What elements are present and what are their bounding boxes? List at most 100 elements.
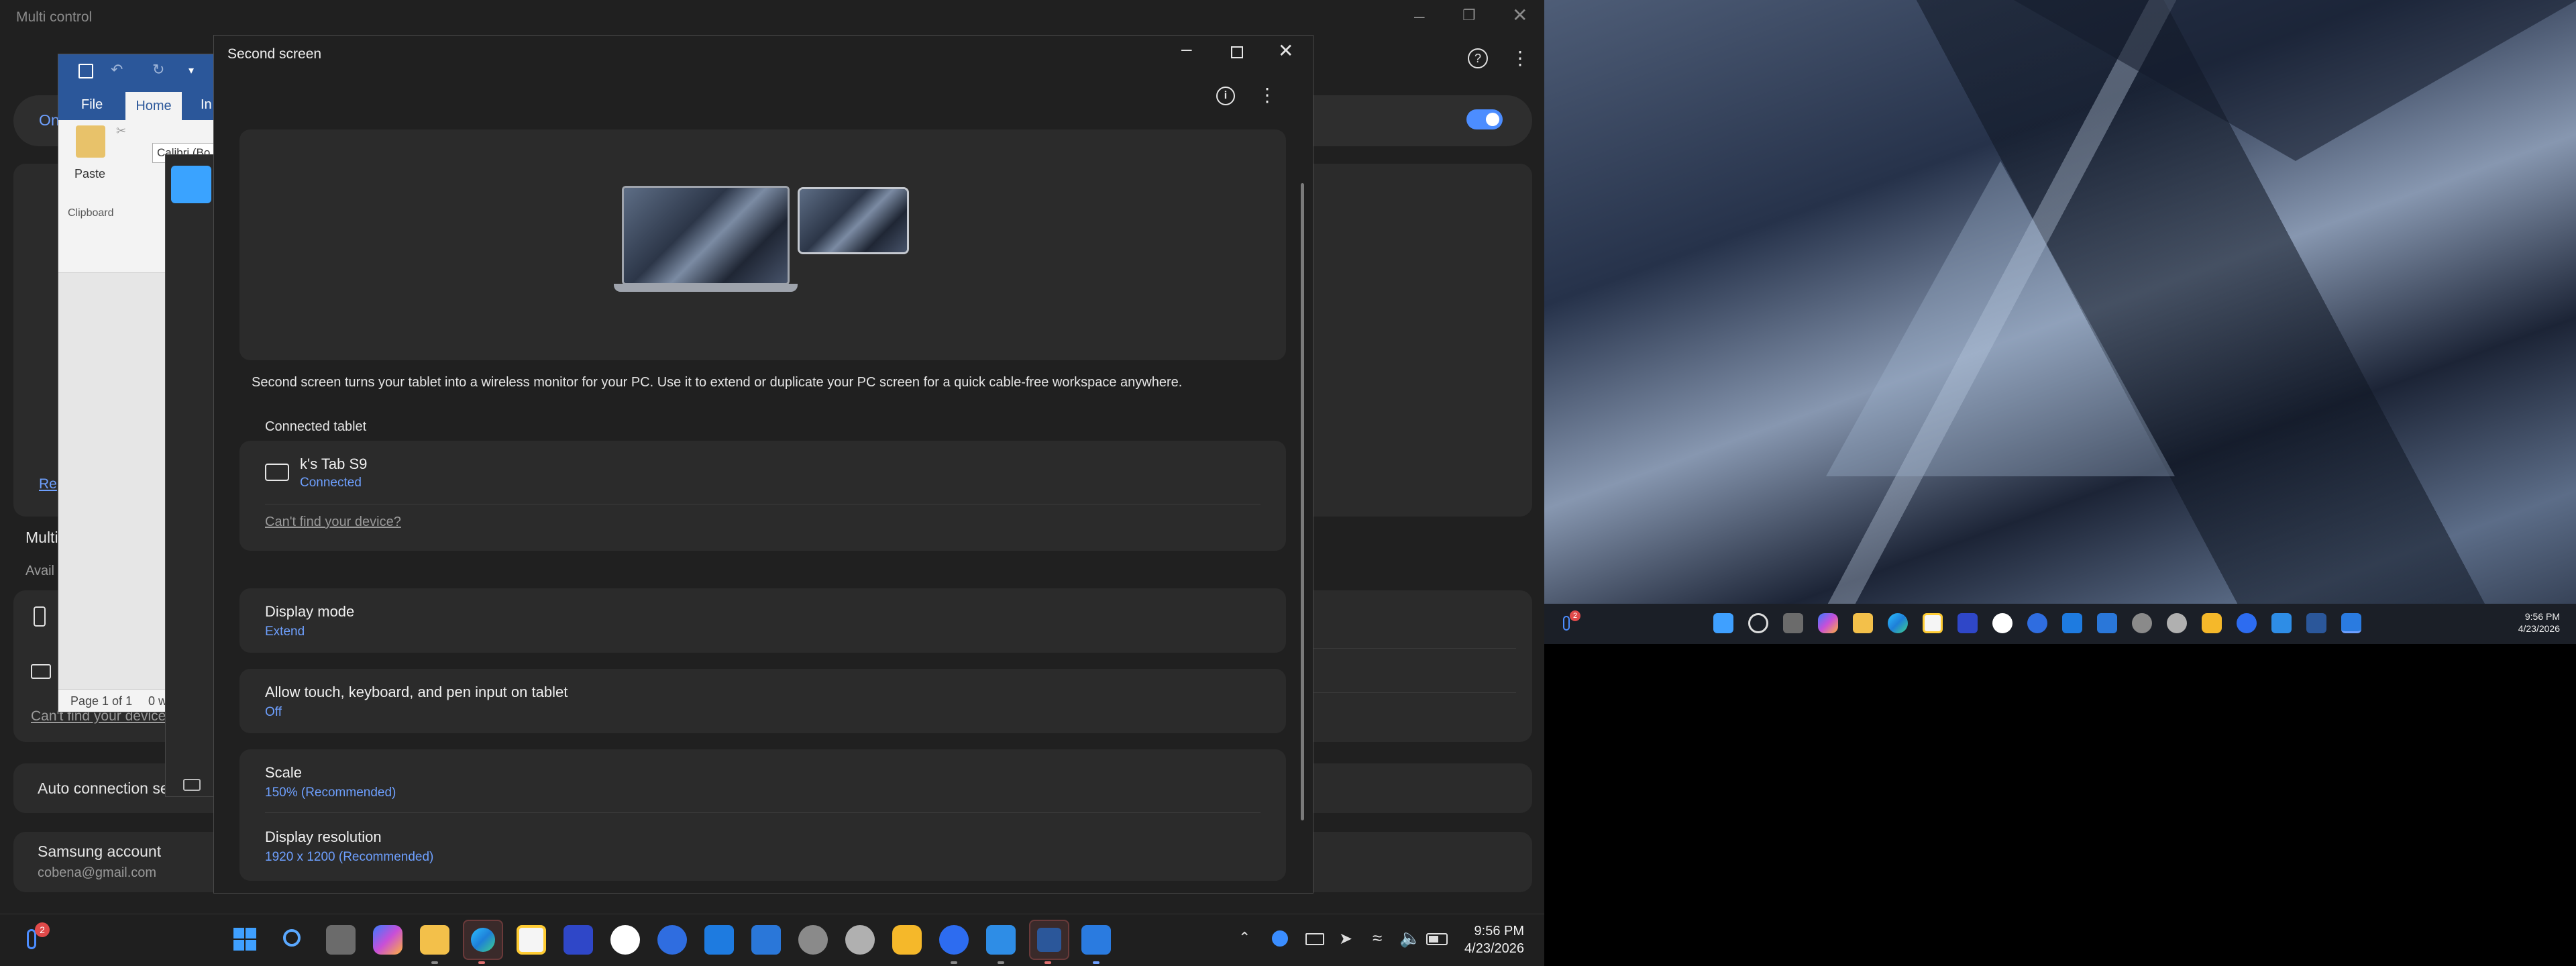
- taskbar-indicator: [951, 961, 957, 964]
- copilot-icon[interactable]: [1818, 613, 1838, 633]
- display-mode-value: Extend: [265, 625, 305, 639]
- auto-connection-label: Auto connection se: [38, 780, 169, 797]
- info-icon[interactable]: i: [1216, 87, 1235, 105]
- notes-icon[interactable]: [2202, 613, 2222, 633]
- start-icon[interactable]: [231, 925, 260, 955]
- task-view-icon[interactable]: [1783, 613, 1803, 633]
- second-screen-title: Second screen: [227, 46, 322, 62]
- multi-control-toggle[interactable]: [1466, 109, 1503, 129]
- save-icon[interactable]: [78, 64, 93, 78]
- maximize-icon[interactable]: [1231, 46, 1243, 58]
- minimize-icon[interactable]: –: [1414, 5, 1425, 27]
- quick-share-icon[interactable]: [657, 925, 687, 955]
- multi-control-title: Multi control: [16, 9, 93, 25]
- teams-icon[interactable]: [564, 925, 593, 955]
- restore-icon[interactable]: ❐: [1462, 7, 1476, 24]
- display-resolution-setting[interactable]: Display resolution 1920 x 1200 (Recommen…: [239, 814, 1286, 881]
- tablet-icon: [31, 664, 51, 679]
- gear-icon[interactable]: [845, 925, 875, 955]
- weather-widget-icon[interactable]: 2: [1560, 610, 1580, 633]
- weather-widget-icon[interactable]: 2: [21, 922, 51, 955]
- scrollbar[interactable]: [1301, 183, 1304, 820]
- paste-icon[interactable]: [76, 125, 105, 158]
- notes-icon[interactable]: [892, 925, 922, 955]
- available-label: Avail: [25, 564, 54, 578]
- outlook-icon[interactable]: [2062, 613, 2082, 633]
- search-icon[interactable]: [1748, 613, 1768, 633]
- multi-control-app-icon[interactable]: [939, 925, 969, 955]
- word-icon[interactable]: [2306, 613, 2326, 633]
- clock[interactable]: 9:56 PM 4/23/2026: [1464, 922, 1524, 957]
- photos-icon[interactable]: [610, 925, 640, 955]
- clock-time: 9:56 PM: [2524, 611, 2560, 622]
- second-screen-app-icon[interactable]: [2341, 613, 2361, 633]
- clock-time: 9:56 PM: [1474, 924, 1524, 938]
- undo-icon[interactable]: ↶: [111, 61, 123, 78]
- photos-icon[interactable]: [1992, 613, 2012, 633]
- word-tab-home[interactable]: Home: [125, 92, 182, 120]
- side-panel-app-button[interactable]: [171, 166, 211, 203]
- multi-control-app-icon[interactable]: [2237, 613, 2257, 633]
- scale-setting[interactable]: Scale 150% (Recommended): [239, 749, 1286, 812]
- word-tab-file[interactable]: File: [81, 97, 103, 113]
- cast-icon[interactable]: [1305, 933, 1324, 945]
- outlook-icon[interactable]: [704, 925, 734, 955]
- search-icon[interactable]: [279, 925, 309, 955]
- start-icon[interactable]: [1713, 613, 1733, 633]
- quick-access-dropdown-icon[interactable]: ▾: [189, 64, 194, 77]
- edge-icon[interactable]: [463, 920, 503, 960]
- edge-icon[interactable]: [1888, 613, 1908, 633]
- gear-icon[interactable]: [2167, 613, 2187, 633]
- word-titlebar: ↶ ↻ ▾: [58, 54, 234, 88]
- minimize-icon[interactable]: –: [1181, 38, 1192, 60]
- settings-icon[interactable]: [798, 925, 828, 955]
- scale-divider: [265, 812, 1260, 813]
- teams-icon[interactable]: [1957, 613, 1978, 633]
- pen-app-icon[interactable]: [986, 925, 1016, 955]
- tablet-screen-preview[interactable]: [798, 187, 909, 254]
- location-icon[interactable]: ➤: [1339, 929, 1352, 949]
- wifi-icon[interactable]: ≈: [1373, 928, 1382, 949]
- taskbar-indicator: [1093, 961, 1099, 964]
- file-explorer-icon[interactable]: [420, 925, 449, 955]
- mail-icon[interactable]: [751, 925, 781, 955]
- pen-app-icon[interactable]: [2271, 613, 2292, 633]
- store-icon[interactable]: [517, 925, 546, 955]
- store-icon[interactable]: [1923, 613, 1943, 633]
- quick-share-icon[interactable]: [2027, 613, 2047, 633]
- word-tab-insert[interactable]: In: [201, 97, 212, 113]
- settings-icon[interactable]: [2132, 613, 2152, 633]
- bluetooth-icon[interactable]: [1272, 930, 1288, 947]
- cut-icon[interactable]: ✂: [116, 124, 126, 138]
- copilot-icon[interactable]: [373, 925, 402, 955]
- top-bar-label: On: [39, 111, 60, 129]
- wallpaper-shape: [2014, 0, 2576, 161]
- word-icon[interactable]: [1029, 920, 1069, 960]
- file-explorer-icon[interactable]: [1853, 613, 1873, 633]
- second-screen-app-icon[interactable]: [1081, 925, 1111, 955]
- keyboard-icon[interactable]: [183, 779, 201, 791]
- connected-tablet-label: Connected tablet: [265, 419, 367, 434]
- more-options-icon[interactable]: ⋮: [1511, 47, 1529, 69]
- clock[interactable]: 9:56 PM 4/23/2026: [2518, 610, 2560, 635]
- paste-label: Paste: [74, 167, 106, 180]
- more-options-icon[interactable]: ⋮: [1258, 84, 1277, 106]
- taskbar-indicator: [478, 961, 485, 964]
- battery-icon[interactable]: [1426, 933, 1448, 945]
- volume-icon[interactable]: 🔈: [1399, 928, 1421, 949]
- task-view-icon[interactable]: [326, 925, 356, 955]
- close-icon[interactable]: ✕: [1512, 4, 1527, 26]
- pc-screen-preview[interactable]: [622, 186, 790, 285]
- touch-input-setting[interactable]: Allow touch, keyboard, and pen input on …: [239, 669, 1286, 733]
- phone-icon: [34, 606, 46, 627]
- tablet-name[interactable]: k's Tab S9: [300, 455, 367, 473]
- help-icon[interactable]: ?: [1468, 48, 1488, 68]
- reset-link[interactable]: Re: [39, 476, 57, 492]
- mail-icon[interactable]: [2097, 613, 2117, 633]
- display-mode-setting[interactable]: Display mode Extend: [239, 588, 1286, 653]
- close-icon[interactable]: ✕: [1278, 40, 1293, 62]
- chevron-up-icon[interactable]: ⌃: [1238, 929, 1250, 947]
- redo-icon[interactable]: ↻: [152, 61, 164, 78]
- taskbar-indicator: [998, 961, 1004, 964]
- cant-find-device-link[interactable]: Can't find your device?: [265, 515, 401, 530]
